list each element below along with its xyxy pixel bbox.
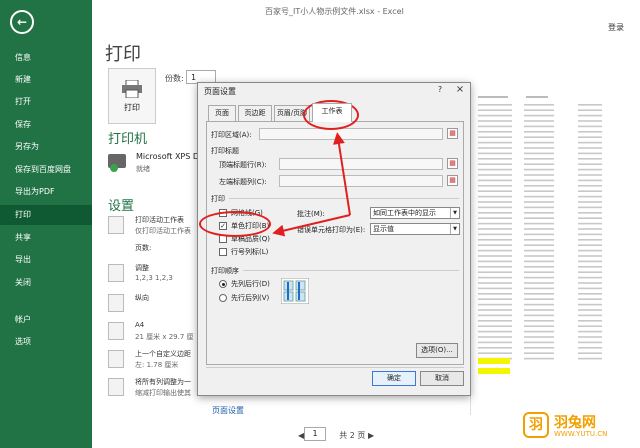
annotation-arrows [272, 132, 351, 237]
tab-sheet[interactable]: 工作表 [312, 103, 352, 122]
